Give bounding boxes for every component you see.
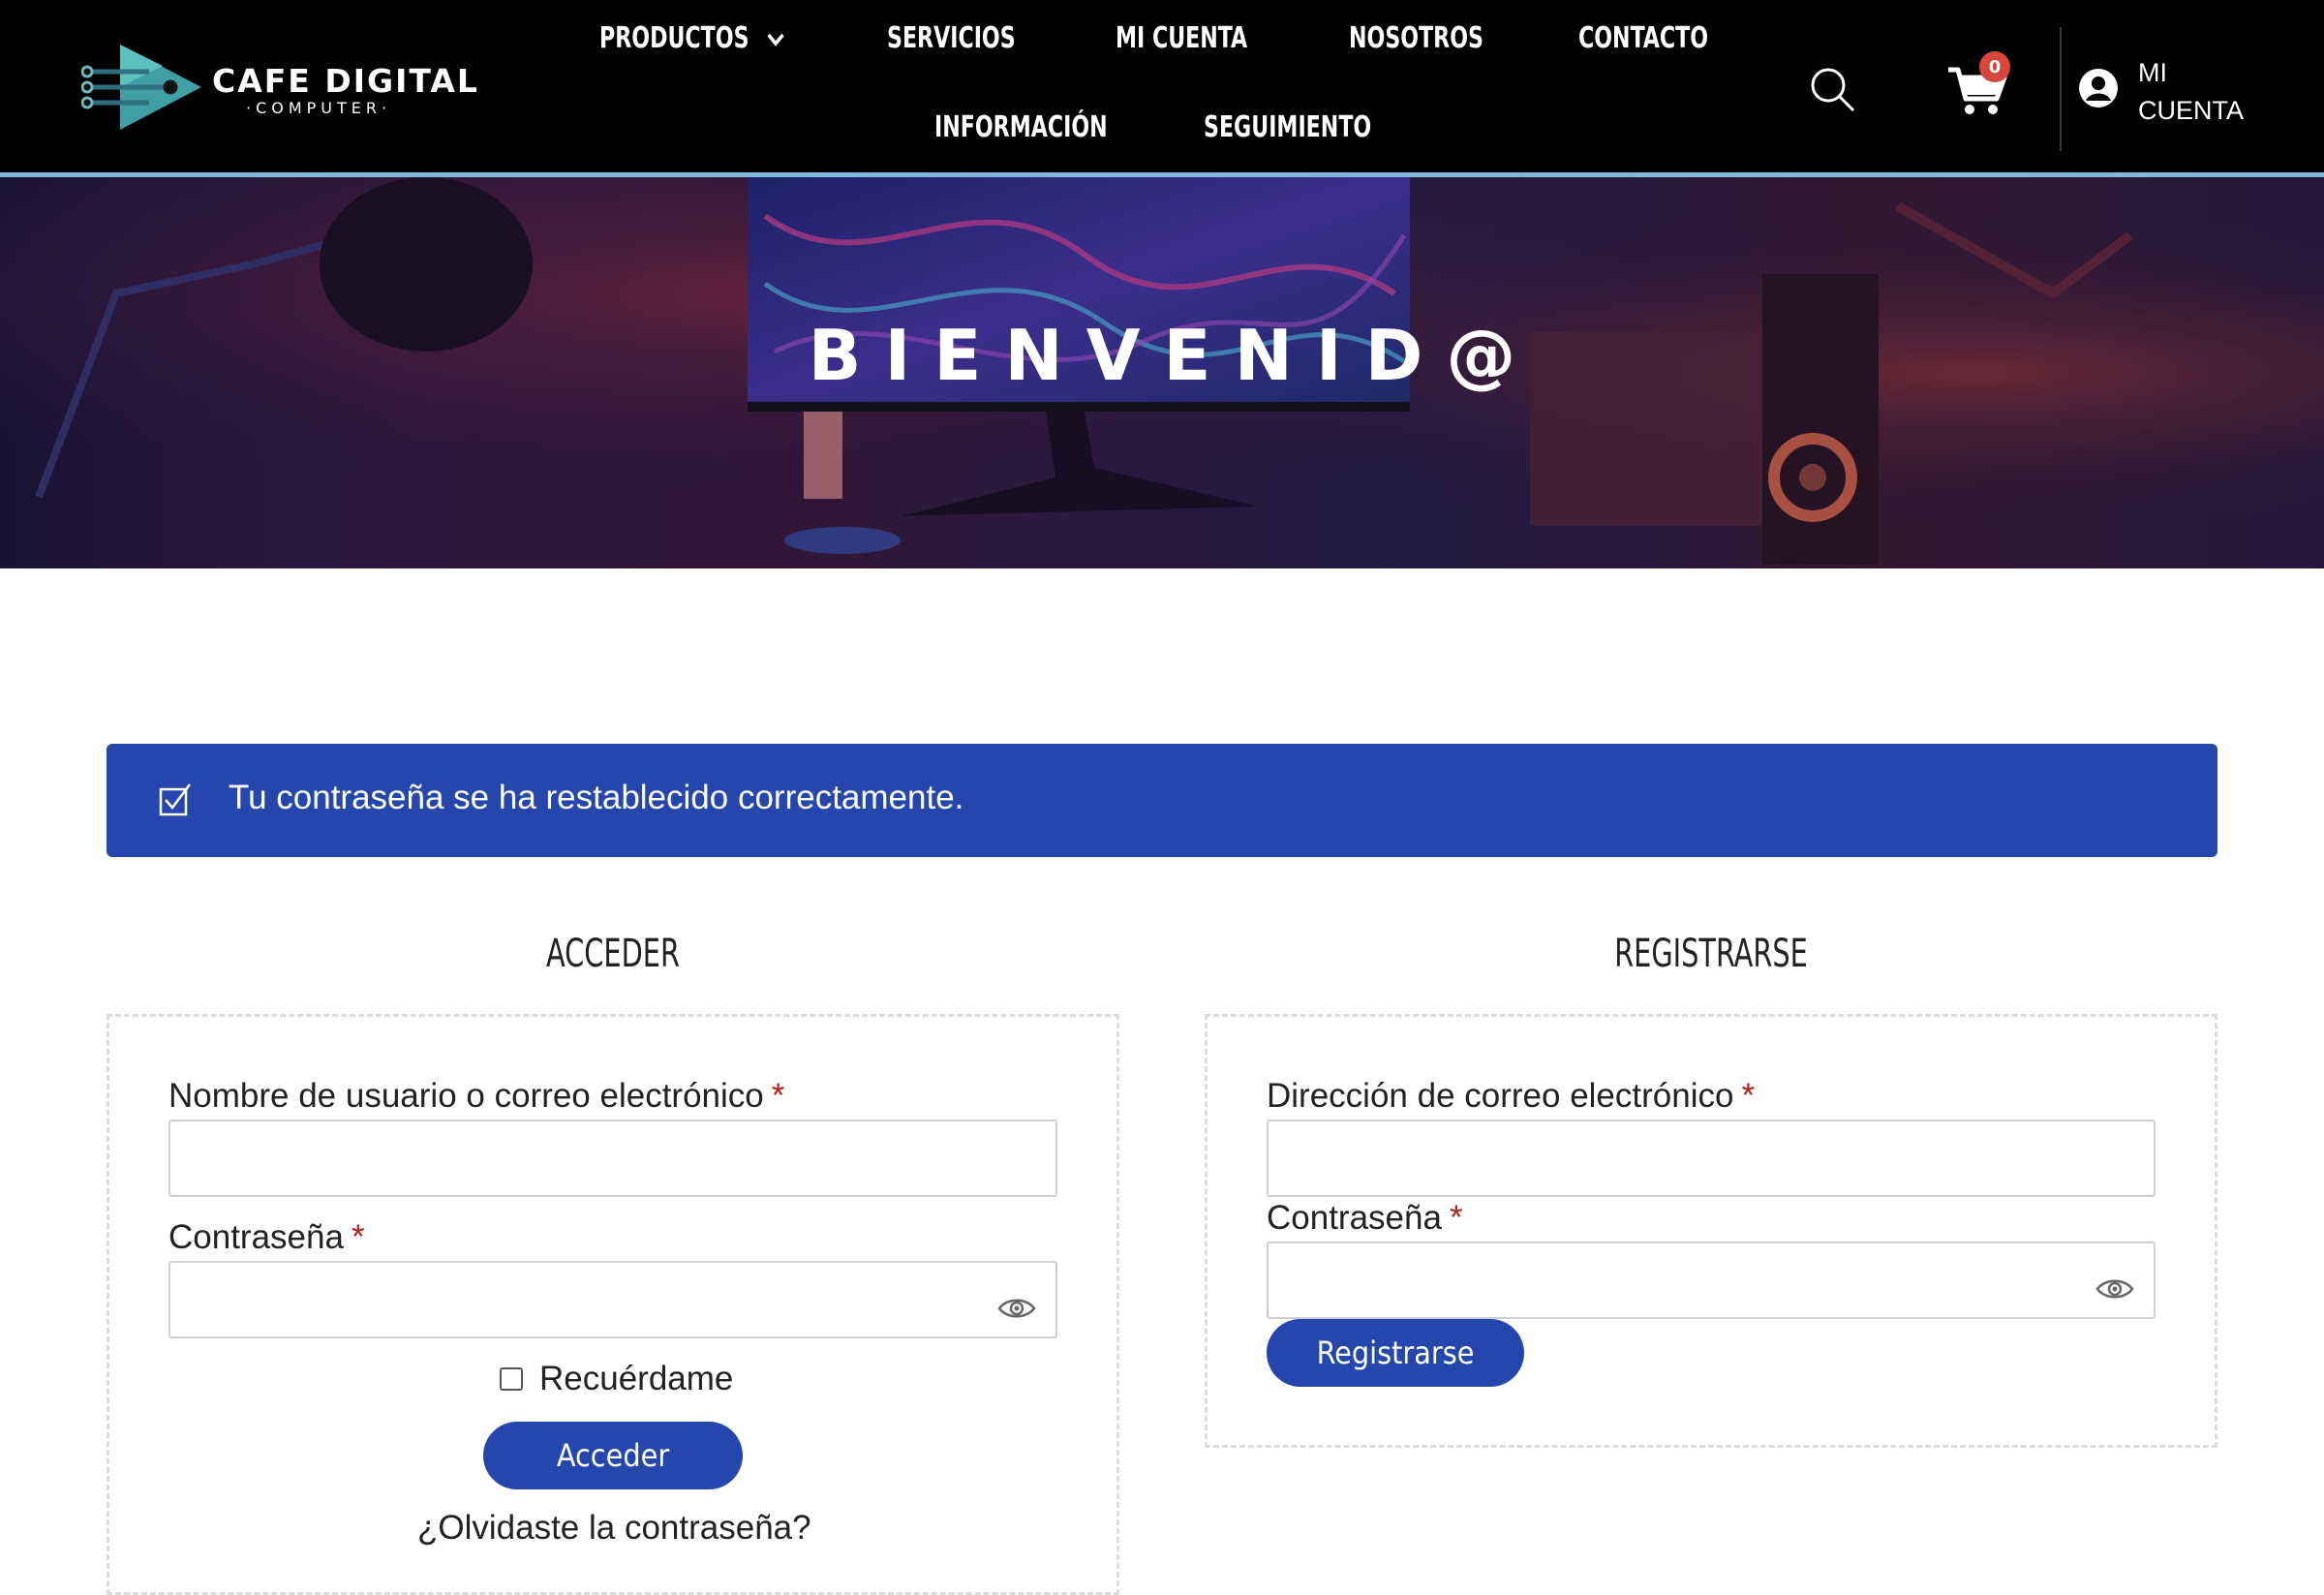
nav-mi-cuenta[interactable]: MI CUENTA: [1116, 21, 1247, 55]
login-password-label-text: Contraseña: [168, 1218, 344, 1256]
account-label-line2: CUENTA: [2138, 96, 2245, 125]
account-link[interactable]: MI CUENTA: [2078, 54, 2320, 136]
required-marker: *: [351, 1218, 365, 1256]
login-title: ACCEDER: [546, 932, 680, 976]
email-label: Dirección de correo electrónico *: [1267, 1077, 1755, 1116]
nav-nosotros[interactable]: NOSOTROS: [1349, 21, 1483, 55]
chevron-down-icon: [767, 33, 784, 46]
login-password-label: Contraseña *: [168, 1218, 365, 1257]
account-label: MI CUENTA: [2138, 54, 2283, 130]
username-label: Nombre de usuario o correo electrónico *: [168, 1077, 784, 1116]
login-submit-button[interactable]: Acceder: [483, 1422, 743, 1489]
nav-seguimiento[interactable]: SEGUIMIENTO: [1204, 110, 1371, 144]
remember-me-checkbox[interactable]: [500, 1367, 523, 1391]
site-header: CAFE DIGITAL ·COMPUTER· PRODUCTOS SERVIC…: [0, 0, 2324, 177]
nav-contacto[interactable]: CONTACTO: [1578, 21, 1708, 55]
nav-servicios[interactable]: SERVICIOS: [887, 21, 1016, 55]
register-password-label-text: Contraseña: [1267, 1199, 1442, 1237]
account-label-line1: MI: [2138, 58, 2167, 87]
show-password-eye-icon[interactable]: [997, 1296, 1036, 1321]
search-icon[interactable]: [1807, 64, 1857, 114]
register-submit-button[interactable]: Registrarse: [1267, 1319, 1524, 1387]
cart-count-badge: 0: [1979, 51, 2010, 82]
user-circle-icon: [2079, 69, 2118, 107]
nav-divider: [2060, 27, 2062, 151]
required-marker: *: [1741, 1077, 1756, 1115]
remember-me-label[interactable]: Recuérdame: [539, 1360, 733, 1398]
email-label-text: Dirección de correo electrónico: [1267, 1077, 1734, 1115]
required-marker: *: [771, 1077, 785, 1115]
logo-circuit-icon: [81, 45, 201, 130]
login-password-input[interactable]: [168, 1261, 1057, 1338]
nav-productos-label: PRODUCTOS: [599, 21, 749, 55]
nav-informacion[interactable]: INFORMACIÓN: [934, 110, 1108, 144]
hero-banner: BIENVENID@: [0, 177, 2324, 568]
register-title: REGISTRARSE: [1614, 932, 1808, 976]
username-label-text: Nombre de usuario o correo electrónico: [168, 1077, 764, 1115]
register-password-label: Contraseña *: [1267, 1199, 1463, 1238]
checkbox-checked-icon: [159, 783, 191, 816]
notice-text: Tu contraseña se ha restablecido correct…: [229, 779, 964, 816]
site-logo[interactable]: CAFE DIGITAL ·COMPUTER·: [81, 43, 477, 132]
show-password-eye-icon[interactable]: [2095, 1276, 2134, 1302]
success-notice: Tu contraseña se ha restablecido correct…: [107, 744, 2217, 857]
nav-productos[interactable]: PRODUCTOS: [599, 21, 785, 55]
required-marker: *: [1449, 1199, 1463, 1237]
hero-title: BIENVENID@: [808, 315, 1540, 396]
forgot-password-link[interactable]: ¿Olvidaste la contraseña?: [417, 1509, 811, 1548]
username-input[interactable]: [168, 1120, 1057, 1197]
register-password-input[interactable]: [1267, 1242, 2156, 1319]
logo-title: CAFE DIGITAL: [212, 62, 479, 100]
logo-tagline: ·COMPUTER·: [246, 99, 392, 117]
register-email-input[interactable]: [1267, 1120, 2156, 1197]
